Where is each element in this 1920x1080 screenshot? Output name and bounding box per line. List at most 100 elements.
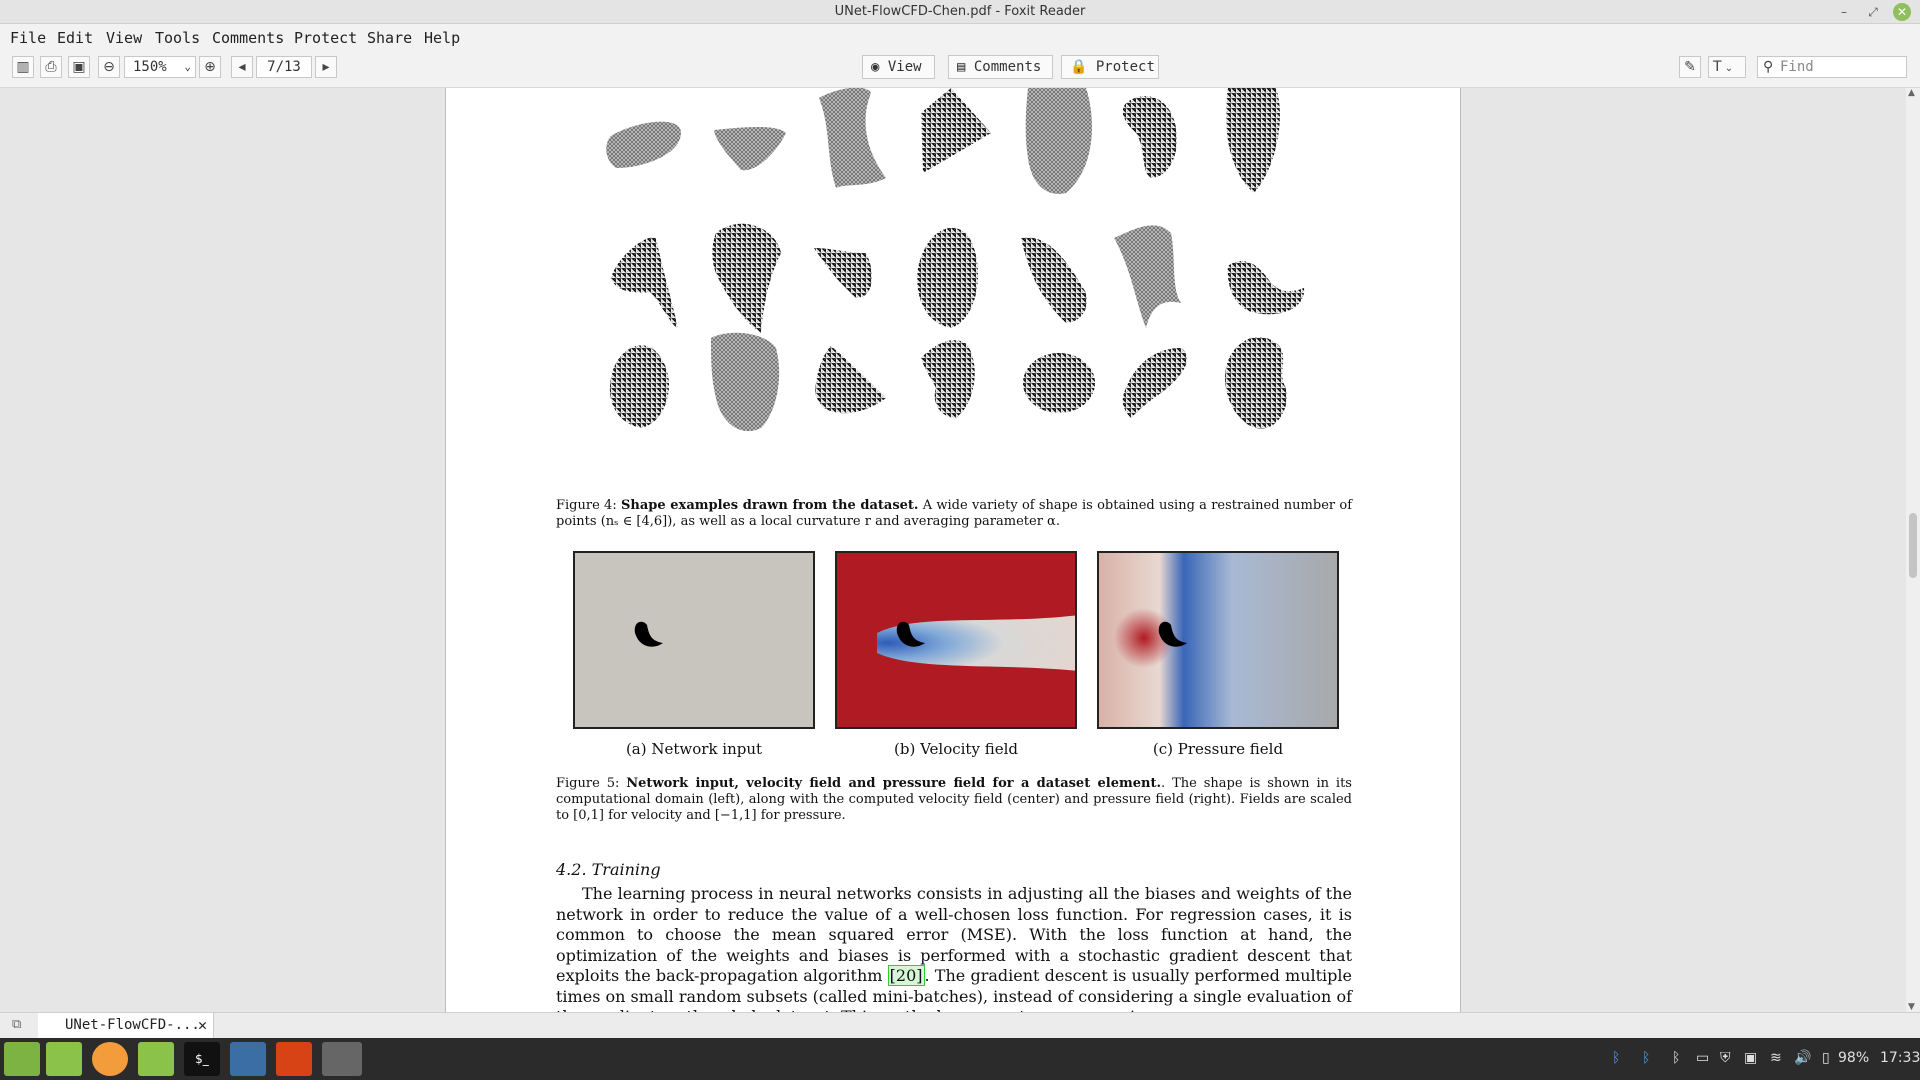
mesh-shape bbox=[819, 88, 886, 188]
sidebar-toggle-button[interactable]: ▥ bbox=[12, 56, 34, 78]
document-area[interactable]: Figure 4: Shape examples drawn from the … bbox=[0, 88, 1906, 1012]
foxit-reader-icon[interactable] bbox=[276, 1042, 312, 1076]
figure-5-title: Network input, velocity field and pressu… bbox=[626, 776, 1162, 791]
comment-icon: ▤ bbox=[957, 59, 966, 75]
mesh-shape bbox=[1114, 225, 1181, 328]
mesh-shape bbox=[1023, 353, 1095, 413]
citation-link[interactable]: [20] bbox=[887, 965, 925, 986]
mesh-shape bbox=[611, 237, 678, 328]
protect-label: Protect bbox=[1095, 59, 1155, 75]
save-button[interactable]: ▣ bbox=[68, 56, 90, 78]
comments-tab-button[interactable]: ▤ Comments bbox=[948, 55, 1053, 79]
view-label: View bbox=[887, 59, 922, 75]
chevron-left-icon: ◂ bbox=[238, 59, 246, 75]
folder-icon[interactable] bbox=[138, 1042, 174, 1076]
zoom-in-button[interactable]: ⊕ bbox=[199, 56, 221, 78]
network-input-image bbox=[573, 551, 815, 729]
menu-protect[interactable]: Protect bbox=[294, 29, 357, 47]
volume-icon[interactable]: 🔊 bbox=[1794, 1050, 1811, 1066]
velocity-field-svg bbox=[837, 553, 1075, 727]
mesh-shape bbox=[712, 223, 781, 333]
toolbar: ▥ ⎙ ▣ ⊖ 150% ⌄ ⊕ ◂ 7/13 ▸ ◉ View ▤ Comme… bbox=[0, 50, 1920, 88]
sidebar-icon: ▥ bbox=[16, 59, 30, 75]
mesh-shape bbox=[1025, 88, 1092, 194]
display-icon[interactable]: ▣ bbox=[1744, 1050, 1757, 1066]
bluetooth-icon[interactable]: ᛒ bbox=[1642, 1050, 1650, 1066]
zoom-out-button[interactable]: ⊖ bbox=[98, 56, 120, 78]
find-placeholder: Find bbox=[1780, 59, 1814, 75]
bluetooth-icon[interactable]: ᛒ bbox=[1672, 1050, 1680, 1066]
scroll-up-icon[interactable]: ▲ bbox=[1908, 88, 1915, 98]
next-page-button[interactable]: ▸ bbox=[315, 56, 337, 78]
active-window-button[interactable] bbox=[322, 1042, 362, 1076]
text-cursor-icon: T bbox=[1713, 59, 1722, 75]
lock-icon: 🔒 bbox=[1070, 59, 1088, 75]
battery-icon[interactable]: ▯ bbox=[1822, 1050, 1830, 1066]
menu-file[interactable]: File bbox=[10, 29, 46, 47]
document-tab[interactable]: UNet-FlowCFD-... ✕ bbox=[38, 1013, 214, 1038]
mesh-shape bbox=[1021, 237, 1087, 323]
vertical-scrollbar[interactable]: ▲ ▼ bbox=[1906, 88, 1920, 1012]
battery-percent: 98% bbox=[1838, 1050, 1870, 1066]
velocity-field-image bbox=[835, 551, 1077, 729]
terminal-icon[interactable]: $_ bbox=[184, 1042, 220, 1076]
restore-button[interactable]: ⤢ bbox=[1864, 3, 1882, 21]
scrollbar-thumb[interactable] bbox=[1909, 513, 1917, 578]
pressure-field-image bbox=[1097, 551, 1339, 729]
airfoil-shape bbox=[634, 621, 663, 647]
mesh-shape bbox=[606, 121, 681, 168]
mesh-shape bbox=[1122, 96, 1177, 178]
menu-share[interactable]: Share bbox=[367, 29, 412, 47]
wifi-icon[interactable]: ≋ bbox=[1770, 1050, 1782, 1066]
mesh-shape bbox=[1122, 348, 1188, 418]
menu-edit[interactable]: Edit bbox=[57, 29, 93, 47]
zoom-select[interactable]: 150% ⌄ bbox=[124, 56, 196, 78]
menu-comments[interactable]: Comments bbox=[212, 29, 284, 47]
menu-bar: File Edit View Tools Comments Protect Sh… bbox=[0, 24, 1920, 50]
zoom-in-icon: ⊕ bbox=[204, 59, 216, 75]
figure-5-caption: Figure 5: Network input, velocity field … bbox=[556, 776, 1352, 824]
search-icon: ⚲ bbox=[1763, 59, 1774, 75]
figure-4-title: Shape examples drawn from the dataset. bbox=[621, 498, 919, 513]
view-tab-button[interactable]: ◉ View bbox=[862, 55, 935, 79]
zoom-value: 150% bbox=[133, 59, 167, 75]
tab-list-icon[interactable]: ⧉ bbox=[12, 1017, 21, 1032]
close-tab-icon[interactable]: ✕ bbox=[198, 1013, 207, 1037]
firefox-icon[interactable] bbox=[92, 1042, 128, 1076]
bluetooth-icon[interactable]: ᛒ bbox=[1612, 1050, 1620, 1066]
chevron-down-icon: ⌄ bbox=[1721, 63, 1734, 74]
body-paragraph: The learning process in neural networks … bbox=[556, 884, 1352, 1012]
clipboard-icon[interactable]: ▭ bbox=[1696, 1050, 1709, 1066]
window-title: UNet-FlowCFD-Chen.pdf - Foxit Reader bbox=[834, 4, 1086, 19]
files-icon[interactable] bbox=[46, 1042, 82, 1076]
print-button[interactable]: ⎙ bbox=[40, 56, 62, 78]
mesh-shape bbox=[1227, 261, 1305, 315]
mesh-shape bbox=[1226, 88, 1280, 193]
menu-view[interactable]: View bbox=[106, 29, 142, 47]
text-select-button[interactable]: T ⌄ bbox=[1708, 56, 1746, 78]
mesh-shape bbox=[917, 227, 978, 328]
minimize-button[interactable]: – bbox=[1835, 3, 1853, 21]
pressure-field-svg bbox=[1099, 553, 1337, 727]
screenshot-icon[interactable] bbox=[230, 1042, 266, 1076]
mesh-shape bbox=[814, 248, 872, 298]
close-window-button[interactable]: ✕ bbox=[1893, 3, 1911, 21]
clock[interactable]: 17:33 bbox=[1880, 1050, 1920, 1066]
find-input[interactable]: ⚲ Find bbox=[1757, 56, 1907, 78]
chevron-down-icon: ⌄ bbox=[184, 60, 191, 73]
tab-label: UNet-FlowCFD-... bbox=[65, 1017, 200, 1033]
prev-page-button[interactable]: ◂ bbox=[231, 56, 253, 78]
highlight-button[interactable]: ✎ bbox=[1679, 56, 1701, 78]
mint-menu-icon[interactable] bbox=[4, 1042, 40, 1076]
menu-tools[interactable]: Tools bbox=[155, 29, 200, 47]
subcaption-network-input: (a) Network input bbox=[625, 740, 763, 758]
shield-icon[interactable]: ⛨ bbox=[1720, 1050, 1731, 1066]
figure-5-label: Figure 5: bbox=[556, 776, 620, 791]
page-number-field[interactable]: 7/13 bbox=[256, 56, 312, 78]
subcaption-pressure-field: (c) Pressure field bbox=[1152, 740, 1284, 758]
document-tab-bar: ⧉ UNet-FlowCFD-... ✕ bbox=[0, 1012, 1920, 1038]
protect-tab-button[interactable]: 🔒 Protect bbox=[1061, 55, 1159, 79]
figure-4-caption: Figure 4: Shape examples drawn from the … bbox=[556, 498, 1352, 530]
menu-help[interactable]: Help bbox=[424, 29, 460, 47]
scroll-down-icon[interactable]: ▼ bbox=[1908, 1002, 1915, 1012]
